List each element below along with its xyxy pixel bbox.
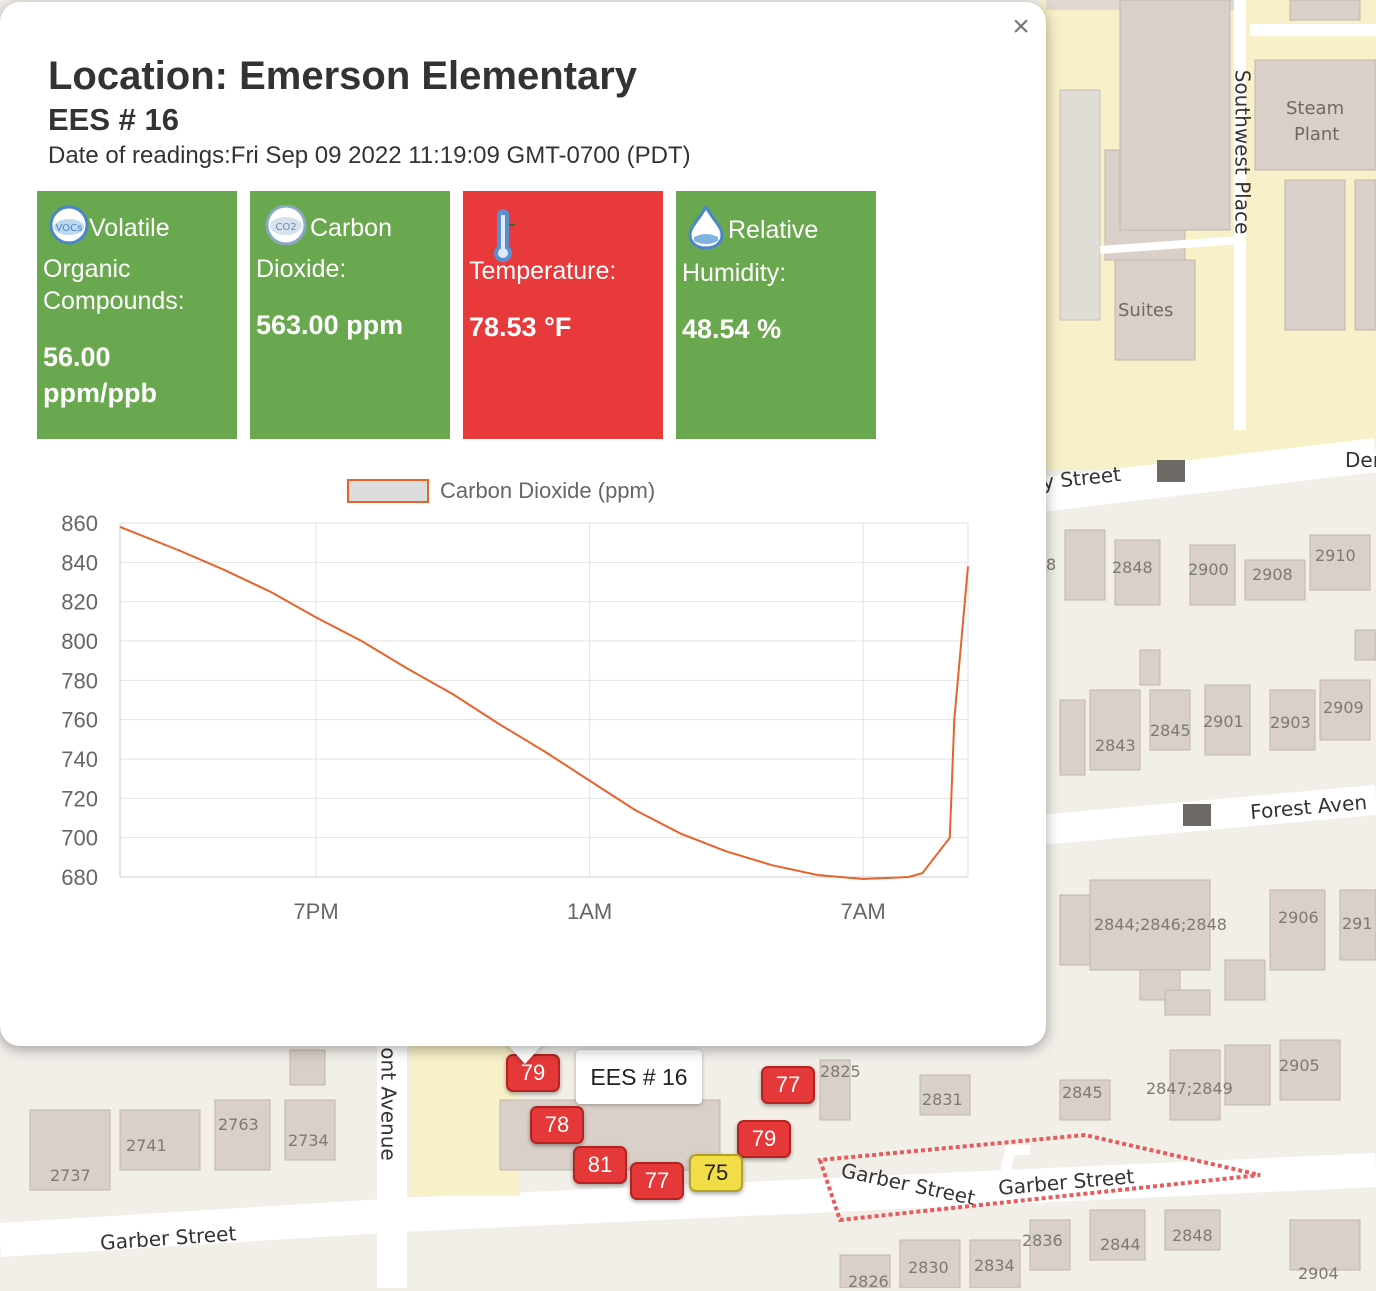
house-number: 2848 <box>1112 558 1153 577</box>
house-number: 2844;2846;2848 <box>1094 915 1227 934</box>
y-tick-label: 860 <box>61 511 98 536</box>
house-number: 2903 <box>1270 713 1311 732</box>
house-number: 2900 <box>1188 560 1229 579</box>
sensor-marker[interactable]: 78 <box>530 1106 584 1144</box>
y-tick-label: 840 <box>61 550 98 575</box>
voc-tile: VOCs Volatile Organic Compounds: 56.00 p… <box>37 191 237 439</box>
house-number: 2910 <box>1315 546 1356 565</box>
place-label: Steam <box>1286 98 1345 119</box>
y-tick-label: 740 <box>61 747 98 772</box>
y-tick-label: 680 <box>61 865 98 890</box>
popup-title: Location: Emerson Elementary <box>48 54 638 98</box>
house-number: 2737 <box>50 1166 91 1185</box>
thermometer-icon <box>489 205 657 262</box>
chart-legend[interactable]: Carbon Dioxide (ppm) <box>347 478 655 503</box>
sensor-popup: × Location: Emerson Elementary EES # 16 … <box>0 2 1046 1046</box>
house-number: 2741 <box>126 1136 167 1155</box>
legend-swatch <box>347 479 429 503</box>
house-number: 8 <box>1046 555 1057 574</box>
voc-value: 56.00 ppm/ppb <box>43 342 157 408</box>
house-number: 2844 <box>1100 1235 1141 1254</box>
temperature-value: 78.53 °F <box>469 312 572 342</box>
place-label: Plant <box>1294 124 1340 145</box>
house-number: 2826 <box>848 1272 889 1291</box>
sensor-marker[interactable]: 75 <box>689 1154 743 1192</box>
y-tick-label: 700 <box>61 826 98 851</box>
street-label: Der <box>1345 448 1376 472</box>
co2-value: 563.00 ppm <box>256 310 404 340</box>
sensor-marker[interactable]: 77 <box>630 1162 684 1200</box>
house-number: 2836 <box>1022 1231 1063 1250</box>
readings-date: Date of readings:Fri Sep 09 2022 11:19:0… <box>48 142 691 169</box>
house-number: 2830 <box>908 1258 949 1277</box>
house-number: 2847;2849 <box>1146 1079 1233 1098</box>
legend-label: Carbon Dioxide (ppm) <box>440 478 655 503</box>
y-tick-label: 720 <box>61 786 98 811</box>
place-label: Suites <box>1118 300 1174 321</box>
sensor-id: EES # 16 <box>48 102 179 137</box>
svg-text:CO2: CO2 <box>275 222 296 233</box>
house-number: 2845 <box>1150 721 1191 740</box>
humidity-value: 48.54 % <box>682 314 782 344</box>
x-tick-label: 7AM <box>841 899 886 924</box>
svg-text:VOCs: VOCs <box>56 223 83 234</box>
house-number: 291 <box>1342 914 1373 933</box>
house-number: 2843 <box>1095 736 1136 755</box>
house-number: 2905 <box>1279 1056 1320 1075</box>
co2-series-line <box>119 525 969 881</box>
temperature-label: Temperature: <box>469 257 617 285</box>
x-tick-label: 1AM <box>567 899 612 924</box>
y-tick-label: 820 <box>61 590 98 615</box>
x-tick-label: 7PM <box>293 899 338 924</box>
house-number: 2831 <box>922 1090 963 1109</box>
humidity-tile: Relative Humidity: 48.54 % <box>676 191 876 439</box>
y-tick-label: 800 <box>61 629 98 654</box>
house-number: 2904 <box>1298 1264 1339 1283</box>
house-number: 2906 <box>1278 908 1319 927</box>
chart-grid <box>119 522 969 878</box>
street-label: ont Avenue <box>376 1047 401 1161</box>
y-axis: 860 840 820 800 780 760 740 720 700 680 <box>61 511 98 890</box>
sensor-marker[interactable]: 79 <box>737 1120 791 1158</box>
close-icon[interactable]: × <box>1006 12 1036 42</box>
co2-icon: CO2 <box>256 204 316 253</box>
house-number: 2763 <box>218 1115 259 1134</box>
house-number: 2734 <box>288 1131 329 1150</box>
co2-line-chart: 860 840 820 800 780 760 740 720 700 680 7PM 1AM 7AM… <box>61 478 969 924</box>
co2-tile: CO2 Carbon Dioxide: 563.00 ppm <box>250 191 450 439</box>
temperature-tile: Temperature: 78.53 °F <box>463 191 663 439</box>
house-number: 2825 <box>820 1062 861 1081</box>
house-number: 2909 <box>1323 698 1364 717</box>
house-number: 2834 <box>974 1256 1015 1275</box>
sensor-marker[interactable]: 77 <box>761 1066 815 1104</box>
y-tick-label: 760 <box>61 708 98 733</box>
house-number: 2901 <box>1203 712 1244 731</box>
house-number: 2908 <box>1252 565 1293 584</box>
street-label: Southwest Place <box>1230 69 1255 235</box>
house-number: 2848 <box>1172 1226 1213 1245</box>
y-tick-label: 780 <box>61 668 98 693</box>
x-axis: 7PM 1AM 7AM <box>293 899 885 924</box>
sensor-marker[interactable]: 81 <box>573 1146 627 1184</box>
house-number: 2845 <box>1062 1083 1103 1102</box>
water-drop-icon <box>682 203 732 257</box>
marker-tooltip: EES # 16 <box>576 1050 702 1104</box>
